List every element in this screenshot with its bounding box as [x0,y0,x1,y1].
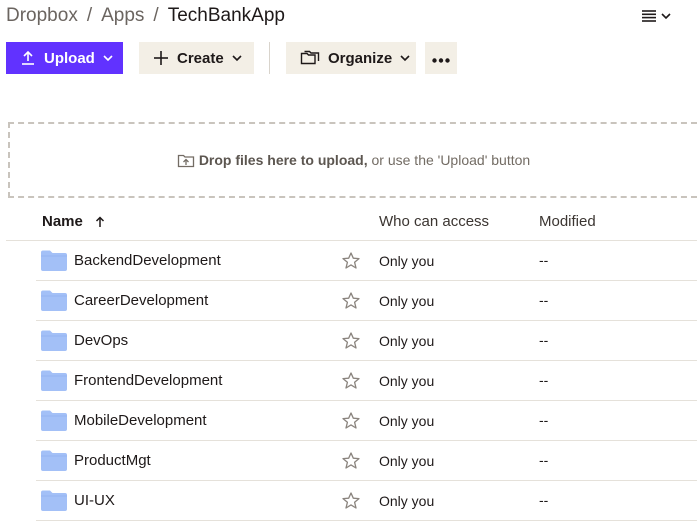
table-row[interactable]: MobileDevelopment Only you -- [36,401,697,441]
table-row[interactable]: BackendDevelopment Only you -- [36,241,697,281]
star-icon[interactable] [342,332,360,354]
access-value: Only you [379,413,435,429]
modified-value: -- [539,452,549,468]
table-row[interactable]: UI-UX Only you -- [36,481,697,521]
star-icon[interactable] [342,412,360,434]
access-value: Only you [379,373,435,389]
folder-icon [41,290,67,316]
file-name[interactable]: ProductMgt [74,452,151,469]
folder-icon [41,330,67,356]
upload-button-label: Upload [44,49,95,67]
access-value: Only you [379,293,435,309]
chevron-down-icon [661,12,671,20]
folder-icon [41,450,67,476]
star-icon[interactable] [342,292,360,314]
table-row[interactable]: ProductMgt Only you -- [36,441,697,481]
file-name[interactable]: MobileDevelopment [74,412,207,429]
breadcrumb-parent[interactable]: Apps [101,5,144,27]
folder-icon [41,410,67,436]
modified-value: -- [539,412,549,428]
breadcrumb-current: TechBankApp [167,5,285,26]
breadcrumb-separator: / [153,5,159,26]
chevron-down-icon [400,54,410,62]
modified-value: -- [539,332,549,348]
folder-icon [41,370,67,396]
column-header-access[interactable]: Who can access [379,213,489,230]
access-value: Only you [379,333,435,349]
star-icon[interactable] [342,452,360,474]
file-name[interactable]: CareerDevelopment [74,292,208,309]
table-row[interactable]: DevOps Only you -- [36,321,697,361]
column-header-name-label: Name [42,213,83,230]
file-name[interactable]: DevOps [74,332,128,349]
modified-value: -- [539,292,549,308]
file-list: BackendDevelopment Only you -- CareerDevelo… [0,241,697,521]
dropzone-text-strong: Drop files here to upload, [198,152,368,168]
star-icon[interactable] [342,252,360,274]
folder-icon [41,490,67,516]
file-name[interactable]: FrontendDevelopment [74,372,222,389]
list-view-icon [641,9,657,23]
sort-ascending-icon [95,215,105,228]
file-name[interactable]: BackendDevelopment [74,252,221,269]
toolbar-divider [269,42,270,74]
upload-button[interactable]: Upload [6,42,123,74]
upload-dropzone[interactable]: Drop files here to upload, or use the 'U… [8,122,697,198]
file-name[interactable]: UI-UX [74,492,115,509]
access-value: Only you [379,253,435,269]
more-actions-button[interactable] [425,42,457,74]
table-row[interactable]: FrontendDevelopment Only you -- [36,361,697,401]
breadcrumb: Dropbox / Apps / TechBankApp [6,4,285,28]
folder-icon [41,250,67,276]
column-header-modified[interactable]: Modified [539,213,596,230]
table-header: Name Who can access Modified [6,204,697,241]
access-value: Only you [379,493,435,509]
folder-organize-icon [300,50,320,66]
more-horizontal-icon [432,50,450,67]
create-button-label: Create [177,49,224,67]
organize-button-label: Organize [328,49,393,67]
organize-button[interactable]: Organize [286,42,416,74]
breadcrumb-root[interactable]: Dropbox [6,5,78,27]
create-button[interactable]: Create [139,42,254,74]
view-toggle-button[interactable] [641,6,681,26]
upload-icon [20,50,36,66]
modified-value: -- [539,372,549,388]
dropzone-text: or use the 'Upload' button [367,152,531,168]
plus-icon [153,50,169,66]
access-value: Only you [379,453,435,469]
chevron-down-icon [232,54,242,62]
column-header-name[interactable]: Name [42,213,105,230]
upload-folder-icon [177,152,195,168]
chevron-down-icon [103,54,113,62]
star-icon[interactable] [342,372,360,394]
modified-value: -- [539,252,549,268]
star-icon[interactable] [342,492,360,514]
breadcrumb-separator: / [86,5,93,26]
table-row[interactable]: CareerDevelopment Only you -- [36,281,697,321]
modified-value: -- [539,492,549,508]
toolbar: Upload Create Organize [6,42,466,74]
